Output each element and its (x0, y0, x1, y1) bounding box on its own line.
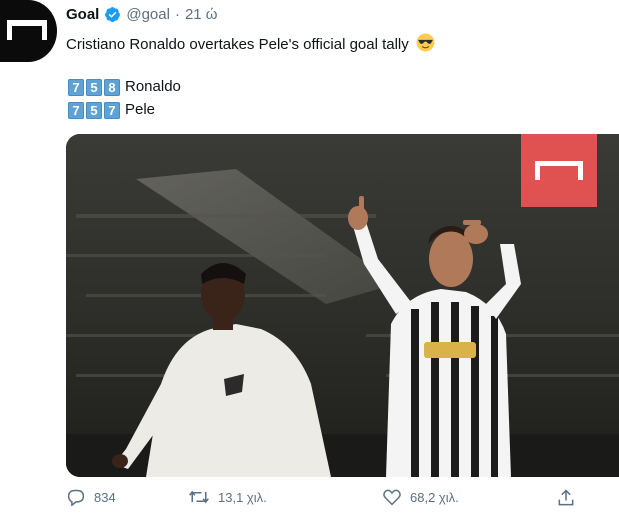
reply-icon (67, 489, 85, 506)
share-icon (558, 489, 574, 506)
tweet-text: Cristiano Ronaldo overtakes Pele's offic… (66, 33, 435, 55)
keycap-digit: 7 (104, 101, 120, 119)
like-button[interactable]: 68,2 χιλ. (382, 488, 459, 506)
score-pele: 7 5 7 Pele (68, 100, 155, 120)
keycap-digit: 8 (104, 78, 120, 96)
score-name: Ronaldo (125, 78, 181, 95)
reply-count: 834 (94, 489, 116, 505)
keycap-digit: 5 (86, 101, 102, 119)
photo-image (66, 134, 619, 477)
share-button[interactable] (556, 488, 576, 508)
verified-badge-icon (105, 7, 121, 23)
tweet-header: Goal @goal · 21 ώ (66, 6, 218, 23)
tweet-text-body: Cristiano Ronaldo overtakes Pele's offic… (66, 36, 409, 53)
keycap-digit: 7 (68, 78, 84, 96)
author-handle[interactable]: @goal (126, 6, 170, 23)
sunglasses-emoji (416, 33, 435, 52)
reply-button[interactable]: 834 (66, 488, 116, 506)
heart-icon (383, 489, 401, 506)
goal-brand-badge (521, 134, 597, 207)
author-name[interactable]: Goal (66, 6, 99, 23)
retweet-icon (189, 490, 209, 504)
avatar[interactable] (0, 0, 57, 62)
like-count: 68,2 χιλ. (410, 489, 459, 505)
score-ronaldo: 7 5 8 Ronaldo (68, 77, 181, 97)
keycap-digit: 5 (86, 78, 102, 96)
keycap-digit: 7 (68, 101, 84, 119)
separator: · (174, 6, 180, 23)
retweet-button[interactable]: 13,1 χιλ. (188, 488, 267, 506)
timestamp[interactable]: 21 ώ (185, 6, 218, 23)
tweet-media-photo[interactable] (66, 134, 619, 477)
score-name: Pele (125, 101, 156, 118)
goal-logo-icon (7, 20, 47, 40)
retweet-count: 13,1 χιλ. (218, 489, 267, 505)
tweet-actions: 834 13,1 χιλ. 68,2 χιλ. (66, 488, 619, 512)
